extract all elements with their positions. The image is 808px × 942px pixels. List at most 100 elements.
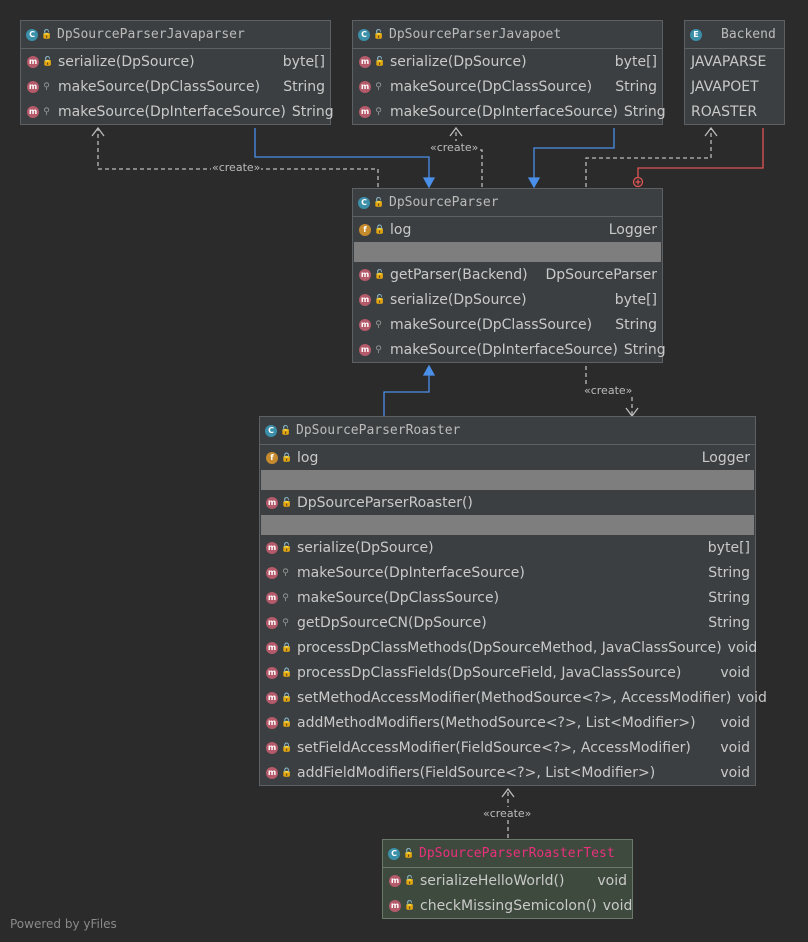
method-icon: m xyxy=(266,716,278,729)
member-type: String xyxy=(283,78,325,95)
class-title: Backend xyxy=(721,27,776,42)
member-row[interactable]: m ⚲ makeSource(DpClassSource) String xyxy=(21,74,330,99)
field-icon: f xyxy=(359,223,371,236)
member-type: void xyxy=(720,714,750,731)
method-icon: m xyxy=(266,741,278,754)
method-icon: m xyxy=(359,55,371,68)
member-row[interactable]: m 🔒 setFieldAccessModifier(FieldSource<?>,… xyxy=(260,735,755,760)
member-row[interactable]: JAVAPOET xyxy=(685,74,784,99)
method-icon: m xyxy=(266,766,278,779)
method-icon: m xyxy=(266,616,278,629)
member-row[interactable]: m ⚲ makeSource(DpClassSource) String xyxy=(353,74,662,99)
enum-icon: E xyxy=(690,28,702,41)
inherit-edge-roaster-parser xyxy=(383,374,430,416)
footer-credit: Powered by yFiles xyxy=(10,917,117,931)
member-type: String xyxy=(708,564,750,581)
member-name: serializeHelloWorld() xyxy=(420,872,565,889)
member-section: JAVAPARSE JAVAPOET ROASTER xyxy=(685,49,784,124)
class-title: DpSourceParserJavapoet xyxy=(389,27,562,42)
member-row[interactable]: m 🔓 serialize(DpSource) byte[] xyxy=(353,287,662,312)
class-icon: C xyxy=(358,28,370,41)
member-row[interactable]: m 🔓 serialize(DpSource) byte[] xyxy=(260,535,755,560)
member-name: makeSource(DpClassSource) xyxy=(390,78,593,95)
member-row[interactable]: m ⚲ makeSource(DpInterfaceSource) String xyxy=(21,99,334,124)
class-header[interactable]: C 🔓 DpSourceParserJavapoet xyxy=(353,21,662,49)
member-row[interactable]: m ⚲ getDpSourceCN(DpSource) String xyxy=(260,610,755,635)
field-icon: f xyxy=(266,451,278,464)
private-visibility-icon: 🔒 xyxy=(281,767,293,778)
class-box-javaparser[interactable]: C 🔓 DpSourceParserJavaparser m 🔓 serialize(Dp… xyxy=(20,20,334,125)
member-row[interactable]: m 🔓 serialize(DpSource) byte[] xyxy=(21,49,330,74)
member-type: Logger xyxy=(701,449,750,466)
member-row[interactable]: m 🔒 setMethodAccessModifier(MethodSource<?… xyxy=(260,685,767,710)
member-row[interactable]: m ⚲ makeSource(DpInterfaceSource) String xyxy=(353,99,666,124)
member-row[interactable]: m 🔒 processDpClassMethods(DpSourceMethod, … xyxy=(260,635,758,660)
member-name: processDpClassMethods(DpSourceMethod, Ja… xyxy=(297,639,722,656)
package-visibility-icon: ⚲ xyxy=(282,617,289,628)
class-header[interactable]: C 🔓 DpSourceParserJavaparser xyxy=(21,21,330,49)
member-row[interactable]: m 🔓 serialize(DpSource) byte[] xyxy=(353,49,662,74)
class-title: DpSourceParserRoaster xyxy=(296,423,461,438)
member-type: void xyxy=(727,639,758,656)
arrowhead-inherit xyxy=(422,177,436,189)
package-visibility-icon: ⚲ xyxy=(375,81,382,92)
class-header[interactable]: C 🔓 DpSourceParserRoaster xyxy=(260,417,755,445)
member-type: void xyxy=(720,764,750,781)
inherit-edge-javaparser-parser xyxy=(254,128,430,180)
member-row[interactable]: m ⚲ makeSource(DpClassSource) String xyxy=(353,312,662,337)
public-visibility-icon: 🔓 xyxy=(404,900,416,911)
public-visibility-icon: 🔓 xyxy=(41,29,53,40)
class-header[interactable]: E Backend xyxy=(685,21,784,49)
package-visibility-icon: ⚲ xyxy=(375,106,382,117)
member-name: makeSource(DpClassSource) xyxy=(390,316,593,333)
member-name: checkMissingSemicolon() xyxy=(420,897,597,914)
member-name: JAVAPARSE xyxy=(691,53,767,70)
class-box-javapoet[interactable]: C 🔓 DpSourceParserJavapoet m 🔓 serialize(DpSo… xyxy=(352,20,666,125)
class-title: DpSourceParserJavaparser xyxy=(57,27,245,42)
method-icon: m xyxy=(359,268,371,281)
member-name: getParser(Backend) xyxy=(390,266,528,283)
member-section: f 🔒 log Logger xyxy=(260,445,755,470)
member-row[interactable]: m 🔒 processDpClassFields(DpSourceField, Ja… xyxy=(260,660,755,685)
member-row[interactable]: m 🔓 DpSourceParserRoaster() xyxy=(260,490,755,515)
member-row[interactable]: m ⚲ makeSource(DpInterfaceSource) String xyxy=(260,560,755,585)
member-type: String xyxy=(708,589,750,606)
member-row[interactable]: JAVAPARSE xyxy=(685,49,784,74)
method-icon: m xyxy=(359,80,371,93)
member-section: m 🔓 serialize(DpSource) byte[] m ⚲ makeSource(… xyxy=(260,535,767,785)
member-name: log xyxy=(297,449,319,466)
field-row[interactable]: f 🔒 log Logger xyxy=(260,445,755,470)
public-visibility-icon: 🔓 xyxy=(374,294,386,305)
member-row[interactable]: m 🔓 serializeHelloWorld() void xyxy=(383,868,632,893)
member-row[interactable]: m 🔒 addFieldModifiers(FieldSource<?>, List… xyxy=(260,760,755,785)
class-box-backend[interactable]: E Backend JAVAPARSE JAVAPOET ROASTER xyxy=(684,20,785,125)
method-icon: m xyxy=(359,343,371,356)
member-row[interactable]: m ⚲ makeSource(DpInterfaceSource) String xyxy=(353,337,666,362)
private-visibility-icon: 🔒 xyxy=(281,717,293,728)
method-icon: m xyxy=(266,496,278,509)
class-box-parser[interactable]: C 🔓 DpSourceParser f 🔒 log Logger m 🔓 getParser(B… xyxy=(352,188,666,363)
class-header[interactable]: C 🔓 DpSourceParser xyxy=(353,189,662,217)
public-visibility-icon: 🔓 xyxy=(374,56,386,67)
member-row[interactable]: m 🔓 checkMissingSemicolon() void xyxy=(383,893,632,918)
field-row[interactable]: f 🔒 log Logger xyxy=(353,217,662,242)
section-separator xyxy=(354,242,661,262)
member-row[interactable]: m ⚲ makeSource(DpClassSource) String xyxy=(260,585,755,610)
class-box-roaster[interactable]: C 🔓 DpSourceParserRoaster f 🔒 log Logger m 🔓 DpSo… xyxy=(259,416,767,786)
member-row[interactable]: m 🔒 addMethodModifiers(MethodSource<?>, Li… xyxy=(260,710,755,735)
private-visibility-icon: 🔒 xyxy=(281,667,293,678)
member-type: byte[] xyxy=(614,53,657,70)
arrowhead-inherit xyxy=(422,364,436,376)
method-icon: m xyxy=(266,591,278,604)
member-row[interactable]: m 🔓 getParser(Backend) DpSourceParser xyxy=(353,262,662,287)
class-box-test[interactable]: C 🔓 DpSourceParserRoasterTest m 🔓 serializeHe… xyxy=(382,839,633,919)
member-type: String xyxy=(708,614,750,631)
member-name: makeSource(DpInterfaceSource) xyxy=(390,103,618,120)
member-row[interactable]: ROASTER xyxy=(685,99,784,124)
class-header[interactable]: C 🔓 DpSourceParserRoasterTest xyxy=(383,840,632,868)
package-visibility-icon: ⚲ xyxy=(43,106,50,117)
public-visibility-icon: 🔓 xyxy=(373,197,385,208)
member-name: serialize(DpSource) xyxy=(390,291,527,308)
class-icon: C xyxy=(26,28,38,41)
member-section: f 🔒 log Logger xyxy=(353,217,662,242)
